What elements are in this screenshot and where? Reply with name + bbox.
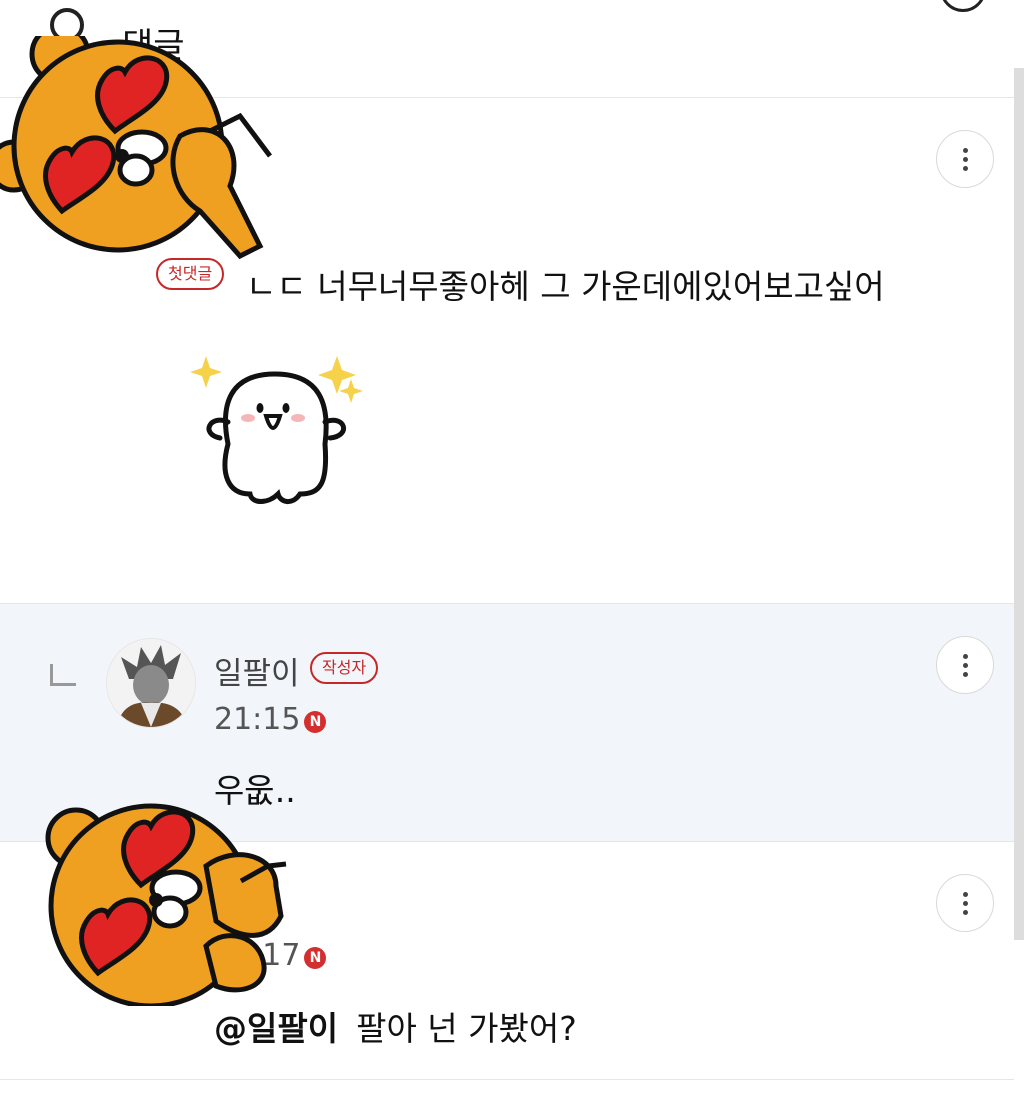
timestamp: 21:15 N bbox=[214, 702, 327, 737]
close-icon[interactable] bbox=[940, 0, 986, 12]
new-badge-icon: N bbox=[304, 711, 327, 733]
more-options-button[interactable] bbox=[936, 636, 994, 694]
time-text: 21:15 bbox=[214, 702, 301, 737]
reply-arrow-icon bbox=[50, 664, 76, 686]
new-badge-icon: N bbox=[304, 947, 327, 969]
bear-sticker-icon bbox=[45, 803, 287, 1006]
author-badge: 작성자 bbox=[310, 652, 379, 684]
nickname[interactable]: 일팔이 bbox=[214, 648, 300, 693]
more-options-button[interactable] bbox=[936, 130, 994, 188]
more-icon bbox=[962, 891, 968, 915]
avatar[interactable] bbox=[106, 638, 196, 728]
more-icon bbox=[962, 653, 968, 677]
avatar-image bbox=[107, 639, 195, 727]
comment-text: ㄴㄷ 너무너무좋아헤 그 가운데에있어보고싶어 bbox=[246, 267, 885, 306]
scrollbar[interactable] bbox=[1014, 68, 1024, 940]
comment-text-body: 팔아 넌 가봤어? bbox=[356, 1009, 577, 1048]
more-options-button[interactable] bbox=[936, 874, 994, 932]
more-icon bbox=[962, 147, 968, 171]
smile-sticker-icon bbox=[190, 356, 363, 504]
bear-sticker-icon bbox=[0, 36, 272, 260]
mention[interactable]: @일팔이 bbox=[214, 1009, 338, 1048]
comment-text: @일팔이 팔아 넌 가봤어? bbox=[214, 1002, 577, 1050]
